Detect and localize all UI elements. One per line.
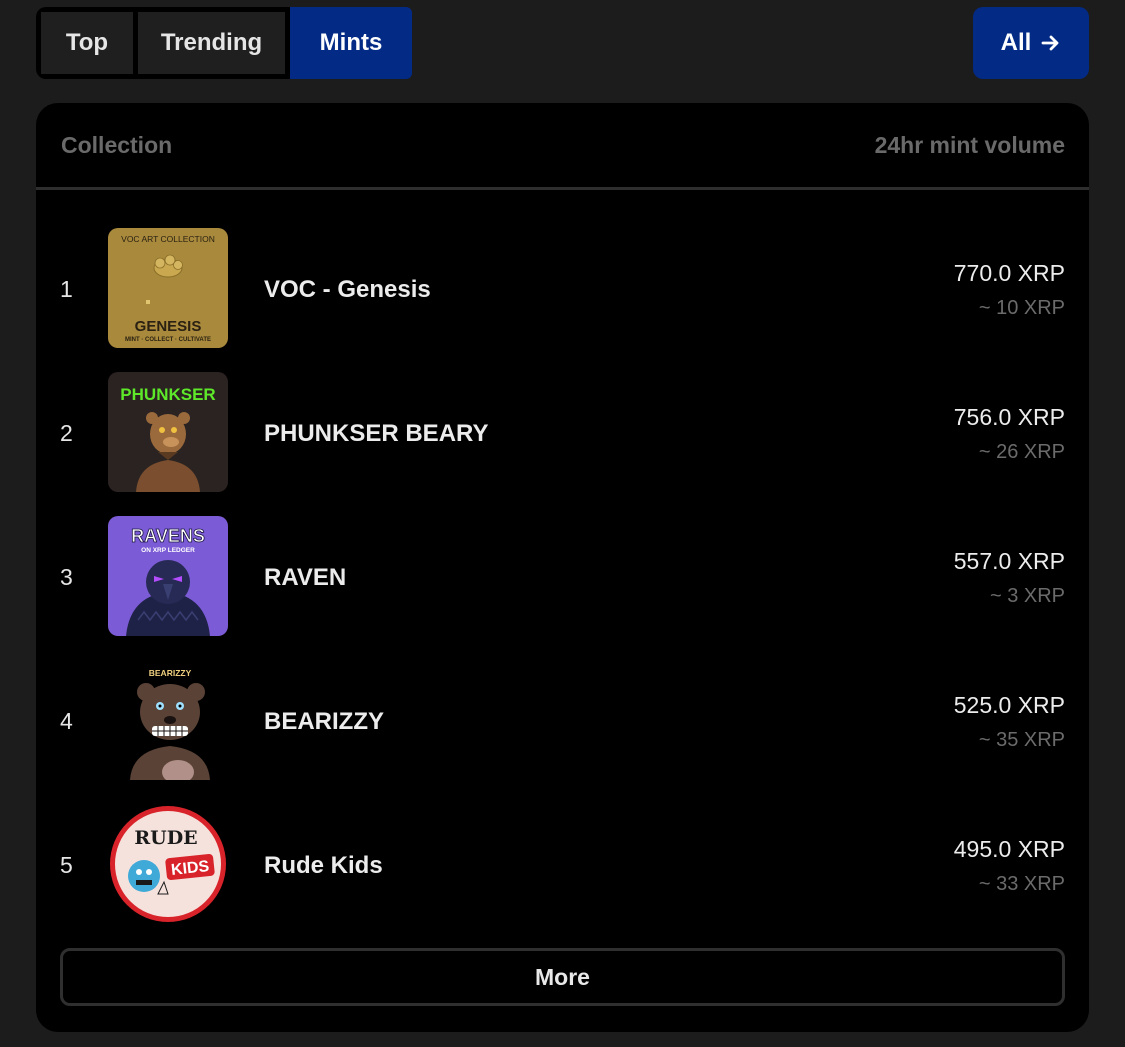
mint-volume: 756.0 XRP	[953, 404, 1065, 430]
floor-price: ~ 26 XRP	[978, 441, 1065, 463]
table-row[interactable]: 1 VOC ART COLLECTION GENESIS MINT · COLL…	[36, 228, 1089, 372]
floor-price: ~ 35 XRP	[978, 729, 1065, 751]
mint-volume: 770.0 XRP	[953, 260, 1065, 286]
row-rank: 3	[60, 564, 73, 590]
collection-thumbnail[interactable]: RUDE KIDS	[108, 804, 228, 924]
volume-cell: 770.0 XRP ~ 10 XRP	[954, 260, 1065, 320]
arrow-right-icon	[1041, 35, 1059, 51]
thumb-text: MINT · COLLECT · CULTIVATE	[125, 337, 211, 343]
collection-thumbnail[interactable]: RAVENS ON XRP LEDGER	[108, 516, 228, 636]
row-rank: 2	[60, 420, 73, 446]
phunkser-beary-image: PHUNKSER	[108, 372, 228, 492]
volume-cell: 756.0 XRP ~ 26 XRP	[954, 404, 1065, 464]
tab-bar: Top Trending Mints	[36, 7, 412, 79]
row-rank: 1	[60, 276, 73, 302]
table-row[interactable]: 2 PHUNKSER PHUNKSER BEARY 756.0 XRP ~ 26…	[36, 372, 1089, 516]
floor-price: ~ 10 XRP	[978, 297, 1065, 319]
thumb-text: BEARIZZY	[149, 668, 192, 678]
mint-volume: 525.0 XRP	[953, 692, 1065, 718]
collection-thumbnail[interactable]: PHUNKSER	[108, 372, 228, 492]
row-rank: 5	[60, 852, 73, 878]
collection-name[interactable]: RAVEN	[264, 564, 346, 592]
floor-price: ~ 3 XRP	[989, 585, 1065, 607]
table-row[interactable]: 4 BEARIZZY BEARIZZY 525.0 XRP ~ 35 XRP	[36, 660, 1089, 804]
thumb-text: RUDE	[134, 827, 197, 849]
collections-panel: Collection 24hr mint volume 1 VOC ART CO…	[36, 103, 1089, 1032]
row-rank: 4	[60, 708, 73, 734]
floor-price: ~ 33 XRP	[978, 873, 1065, 895]
volume-cell: 495.0 XRP ~ 33 XRP	[954, 836, 1065, 896]
collection-name[interactable]: VOC - Genesis	[264, 276, 431, 304]
table-header: Collection 24hr mint volume	[36, 103, 1089, 187]
thumb-text: ON XRP LEDGER	[141, 547, 195, 554]
volume-cell: 525.0 XRP ~ 35 XRP	[954, 692, 1065, 752]
tab-mints[interactable]: Mints	[290, 7, 412, 79]
table-row[interactable]: 3 RAVENS ON XRP LEDGER RAVEN 557.0 XRP ~…	[36, 516, 1089, 660]
thumb-text: PHUNKSER	[120, 385, 215, 404]
collection-name[interactable]: BEARIZZY	[264, 708, 384, 736]
tab-top[interactable]: Top	[41, 12, 133, 74]
tab-trending[interactable]: Trending	[138, 12, 285, 74]
rude-kids-image: RUDE KIDS	[108, 804, 228, 924]
thumb-text: RAVENS	[131, 526, 205, 546]
volume-cell: 557.0 XRP ~ 3 XRP	[954, 548, 1065, 608]
mint-volume: 495.0 XRP	[953, 836, 1065, 862]
collection-thumbnail[interactable]: BEARIZZY	[108, 660, 228, 780]
all-button[interactable]: All	[973, 7, 1089, 79]
collection-name[interactable]: Rude Kids	[264, 852, 383, 880]
more-button[interactable]: More	[60, 948, 1065, 1006]
collection-list: 1 VOC ART COLLECTION GENESIS MINT · COLL…	[36, 228, 1089, 948]
thumb-text: GENESIS	[135, 318, 202, 335]
voc-genesis-image: VOC ART COLLECTION GENESIS MINT · COLLEC…	[108, 228, 228, 348]
raven-image: RAVENS ON XRP LEDGER	[108, 516, 228, 636]
header-collection: Collection	[61, 131, 173, 158]
table-row[interactable]: 5 RUDE KIDS Rude Kids 495.0 XRP ~ 33 XRP	[36, 804, 1089, 948]
collection-thumbnail[interactable]: VOC ART COLLECTION GENESIS MINT · COLLEC…	[108, 228, 228, 348]
bearizzy-image: BEARIZZY	[108, 660, 228, 780]
mint-volume: 557.0 XRP	[953, 548, 1065, 574]
collection-name[interactable]: PHUNKSER BEARY	[264, 420, 488, 448]
thumb-text: VOC ART COLLECTION	[121, 234, 215, 244]
header-volume: 24hr mint volume	[874, 131, 1065, 158]
header-divider	[36, 187, 1089, 190]
all-button-label: All	[1000, 29, 1032, 56]
